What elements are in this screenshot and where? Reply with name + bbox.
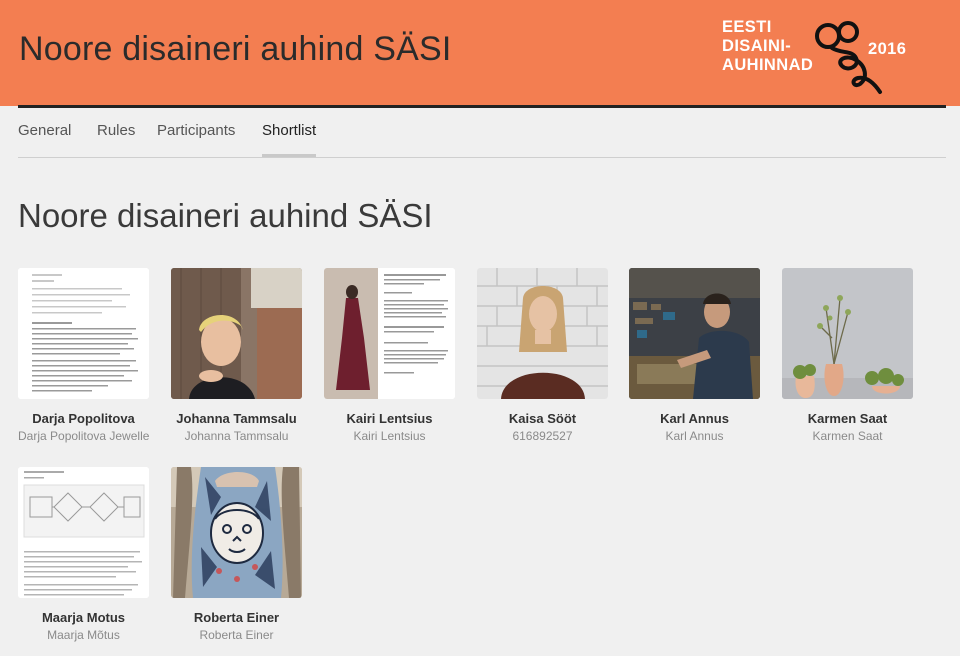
participant-subtitle: Karmen Saat — [812, 429, 883, 443]
site-logo[interactable]: EESTI DISAINI- AUHINNAD 2016 — [722, 18, 922, 98]
participant-card[interactable]: Karl Annus Karl Annus — [629, 268, 760, 443]
site-header: Noore disaineri auhind SÄSI EESTI DISAIN… — [0, 0, 960, 106]
participant-subtitle: Roberta Einer — [199, 628, 274, 642]
participant-name[interactable]: Kaisa Sööt — [477, 411, 608, 426]
participant-name[interactable]: Karmen Saat — [782, 411, 913, 426]
participant-name[interactable]: Maarja Motus — [18, 610, 149, 625]
participant-card[interactable]: Karmen Saat Karmen Saat — [782, 268, 913, 443]
participant-thumbnail[interactable] — [629, 268, 760, 399]
participant-thumbnail[interactable] — [324, 268, 455, 399]
participant-card[interactable]: Johanna Tammsalu Johanna Tammsalu — [171, 268, 302, 443]
participant-thumbnail[interactable] — [171, 268, 302, 399]
participant-card[interactable]: Darja Popolitova Darja Popolitova Jewell… — [18, 268, 149, 443]
workshop-photo-icon — [629, 268, 760, 399]
participant-subtitle: Karl Annus — [665, 429, 724, 443]
tab-rules[interactable]: Rules — [97, 122, 135, 157]
portrait-photo-icon — [477, 268, 608, 399]
portrait-photo-icon — [171, 268, 302, 399]
document-thumbnail-icon — [18, 268, 149, 399]
participant-name[interactable]: Johanna Tammsalu — [171, 411, 302, 426]
diagram-document-icon — [18, 467, 149, 598]
tab-general[interactable]: General — [18, 122, 71, 157]
participant-name[interactable]: Kairi Lentsius — [324, 411, 455, 426]
dress-document-icon — [324, 268, 455, 399]
participant-subtitle: Darja Popolitova Jewelle — [18, 429, 149, 443]
participant-subtitle: Johanna Tammsalu — [184, 429, 289, 443]
participant-thumbnail[interactable] — [171, 467, 302, 598]
participant-subtitle: Maarja Mõtus — [47, 628, 120, 642]
participant-thumbnail[interactable] — [477, 268, 608, 399]
participant-card[interactable]: Roberta Einer Roberta Einer — [171, 467, 302, 642]
participant-card[interactable]: Kairi Lentsius Kairi Lentsius — [324, 268, 455, 443]
fashion-photo-icon — [171, 467, 302, 598]
logo-year: 2016 — [868, 40, 907, 58]
site-title[interactable]: Noore disaineri auhind SÄSI — [19, 30, 452, 69]
logo-line: EESTI — [722, 18, 772, 36]
participant-name[interactable]: Roberta Einer — [171, 610, 302, 625]
tab-shortlist[interactable]: Shortlist — [262, 122, 317, 157]
participant-subtitle: 616892527 — [512, 429, 573, 443]
page-title: Noore disaineri auhind SÄSI — [18, 197, 433, 234]
vases-photo-icon — [782, 268, 913, 399]
logo-wordmark: EESTI DISAINI- AUHINNAD — [722, 18, 813, 75]
participant-thumbnail[interactable] — [18, 467, 149, 598]
participant-name[interactable]: Karl Annus — [629, 411, 760, 426]
participant-thumbnail[interactable] — [782, 268, 913, 399]
logo-line: DISAINI- — [722, 37, 792, 55]
participant-card[interactable]: Maarja Motus Maarja Mõtus — [18, 467, 149, 642]
header-divider — [18, 105, 946, 108]
participant-card[interactable]: Kaisa Sööt 616892527 — [477, 268, 608, 443]
tab-participants[interactable]: Participants — [157, 122, 235, 157]
participant-name[interactable]: Darja Popolitova — [18, 411, 149, 426]
logo-line: AUHINNAD — [722, 56, 814, 74]
section-tabs: General Rules Participants Shortlist — [18, 120, 946, 158]
participant-subtitle: Kairi Lentsius — [353, 429, 426, 443]
participant-thumbnail[interactable] — [18, 268, 149, 399]
